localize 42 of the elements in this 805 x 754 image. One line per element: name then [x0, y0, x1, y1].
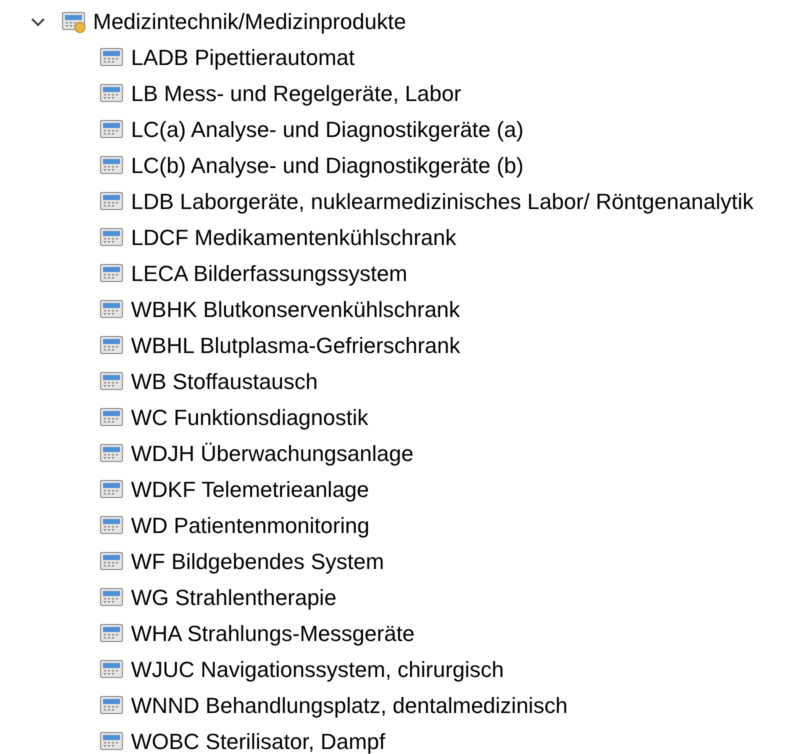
- tree-item-label[interactable]: LDB Laborgeräte, nuklearmedizinisches Labor/ Röntgenanalytik: [131, 189, 754, 215]
- tree-item-label[interactable]: LDCF Medikamentenkühlschrank: [131, 225, 456, 251]
- device-icon: [100, 443, 124, 465]
- tree-item-label[interactable]: LB Mess- und Regelgeräte, Labor: [131, 81, 462, 107]
- tree-item-label[interactable]: WHA Strahlungs-Messgeräte: [131, 621, 415, 647]
- device-icon: [100, 263, 124, 285]
- tree-item-label[interactable]: LC(b) Analyse- und Diagnostikgeräte (b): [131, 153, 524, 179]
- tree-item-label[interactable]: WD Patientenmonitoring: [131, 513, 370, 539]
- tree-item-label[interactable]: WB Stoffaustausch: [131, 369, 318, 395]
- folder-device-icon: [62, 11, 86, 33]
- device-icon: [100, 155, 124, 177]
- device-icon: [100, 83, 124, 105]
- device-icon: [100, 299, 124, 321]
- tree-item-label[interactable]: WJUC Navigationssystem, chirurgisch: [131, 657, 504, 683]
- device-icon: [100, 227, 124, 249]
- device-icon: [100, 47, 124, 69]
- device-icon: [100, 191, 124, 213]
- tree-item-label[interactable]: WOBC Sterilisator, Dampf: [131, 729, 386, 754]
- device-icon: [100, 119, 124, 141]
- tree-item-label[interactable]: WBHL Blutplasma-Gefrierschrank: [131, 333, 460, 359]
- device-icon: [100, 659, 124, 681]
- device-icon: [100, 515, 124, 537]
- tree-item-label[interactable]: WNND Behandlungsplatz, dentalmedizinisch: [131, 693, 568, 719]
- tree-item-label[interactable]: WDKF Telemetrieanlage: [131, 477, 370, 503]
- device-icon: [100, 623, 124, 645]
- tree-item-label[interactable]: WDJH Überwachungsanlage: [131, 441, 414, 467]
- device-icon: [100, 731, 124, 753]
- device-icon: [100, 407, 124, 429]
- tree-item-label[interactable]: Medizintechnik/Medizinprodukte: [93, 9, 406, 35]
- device-icon: [100, 551, 124, 573]
- device-icon: [100, 587, 124, 609]
- device-icon: [100, 371, 124, 393]
- tree-item-label[interactable]: LECA Bilderfassungssystem: [131, 261, 408, 287]
- device-icon: [100, 335, 124, 357]
- device-icon: [100, 695, 124, 717]
- tree-item-label[interactable]: WF Bildgebendes System: [131, 549, 384, 575]
- device-icon: [100, 479, 124, 501]
- tree-item-label[interactable]: WC Funktionsdiagnostik: [131, 405, 368, 431]
- tree-item-label[interactable]: LC(a) Analyse- und Diagnostikgeräte (a): [131, 117, 524, 143]
- tree-item-label[interactable]: LADB Pipettierautomat: [131, 45, 355, 71]
- tree-item-label[interactable]: WBHK Blutkonservenkühlschrank: [131, 297, 460, 323]
- tree-item-label[interactable]: WG Strahlentherapie: [131, 585, 336, 611]
